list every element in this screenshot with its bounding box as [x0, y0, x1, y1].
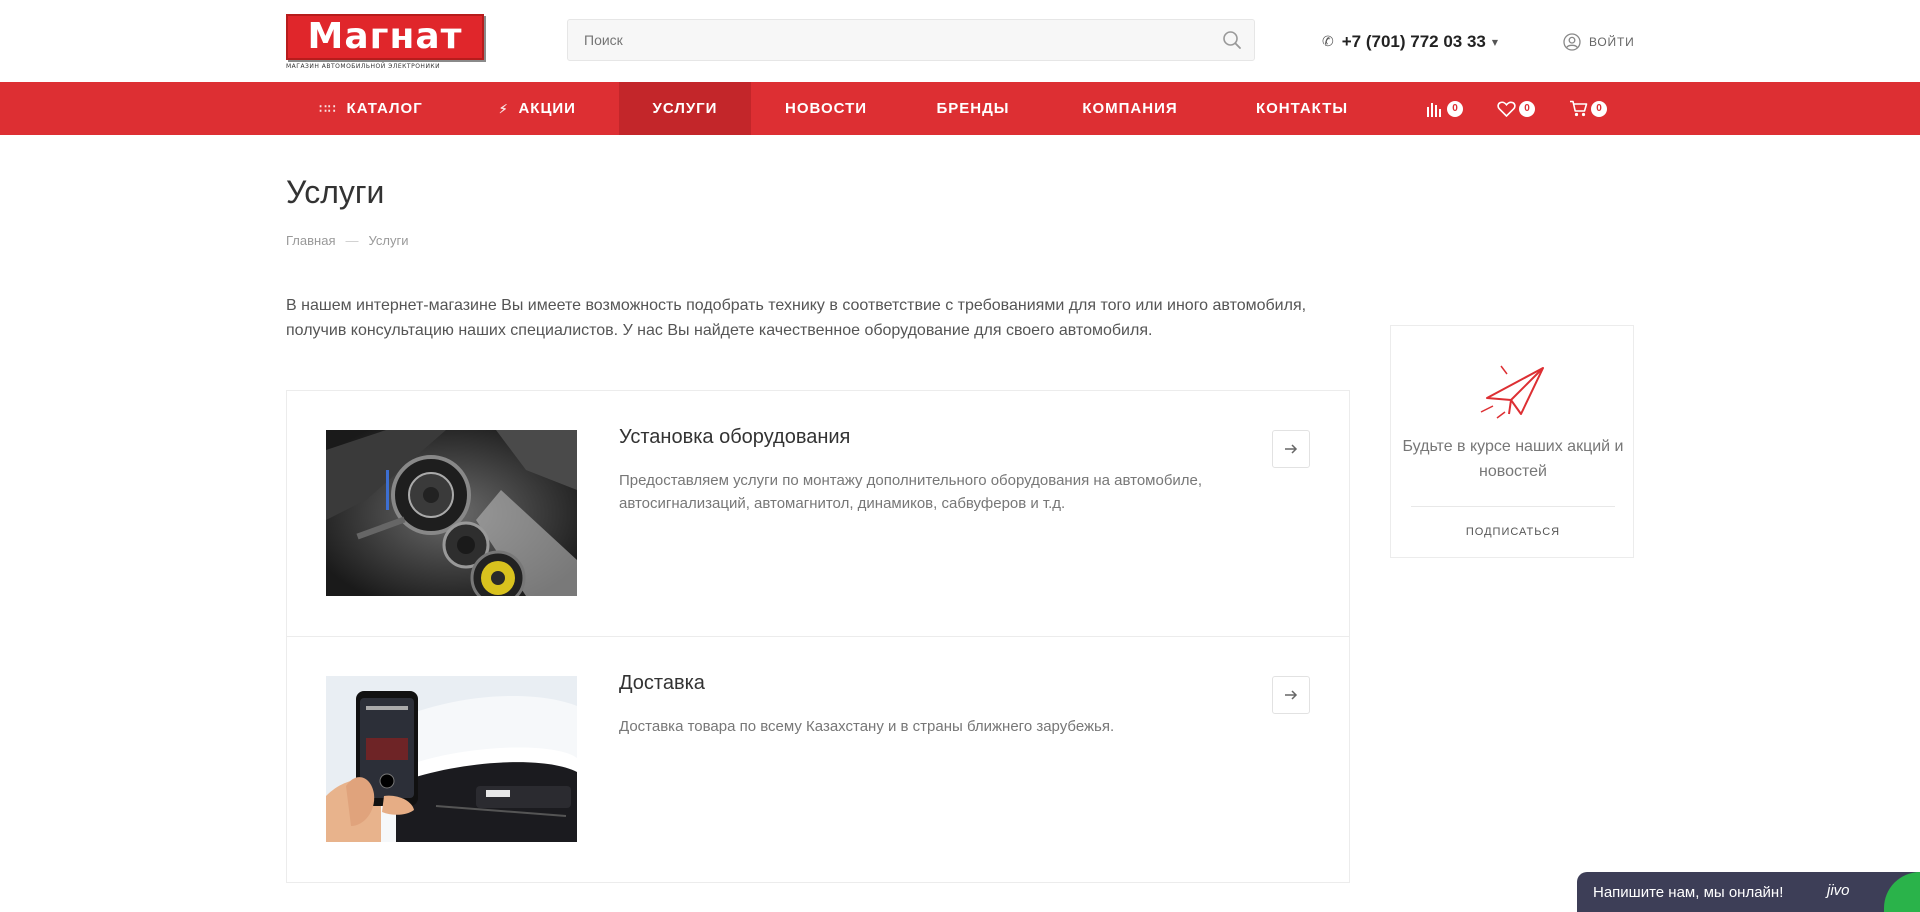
phone-number[interactable]: +7 (701) 772 03 33	[1342, 32, 1486, 52]
nav-label: КОНТАКТЫ	[1255, 100, 1349, 117]
cart-button[interactable]: 0	[1569, 82, 1607, 135]
compare-icon	[1427, 102, 1441, 117]
nav-item-promotions[interactable]: ⚡︎ АКЦИИ	[456, 82, 619, 135]
main-nav: ∷∷ КАТАЛОГ ⚡︎ АКЦИИ УСЛУГИ НОВОСТИ БРЕНД…	[0, 82, 1920, 135]
compare-button[interactable]: 0	[1426, 82, 1463, 135]
subscribe-button[interactable]: ПОДПИСАТЬСЯ	[1391, 526, 1635, 538]
nav-label: БРЕНДЫ	[936, 100, 1010, 117]
service-title[interactable]: Доставка	[619, 672, 705, 695]
nav-item-contacts[interactable]: КОНТАКТЫ	[1215, 82, 1389, 135]
online-indicator	[1884, 872, 1920, 912]
search-icon[interactable]	[1222, 30, 1242, 50]
nav-item-news[interactable]: НОВОСТИ	[751, 82, 901, 135]
logo-text: Магнат	[307, 16, 463, 57]
service-item: Доставка Доставка товара по всему Казахс…	[287, 637, 1349, 882]
service-title[interactable]: Установка оборудования	[619, 426, 850, 449]
cart-count: 0	[1591, 100, 1607, 117]
chevron-down-icon[interactable]: ▼	[1492, 38, 1498, 47]
grid-icon: ∷∷	[319, 101, 337, 116]
chat-brand-logo: jivo	[1827, 882, 1850, 899]
nav-item-services[interactable]: УСЛУГИ	[619, 82, 751, 135]
search-box	[567, 19, 1255, 61]
intro-text: В нашем интернет-магазине Вы имеете возм…	[286, 297, 1307, 339]
nav-label: УСЛУГИ	[652, 100, 718, 117]
divider	[1411, 506, 1615, 507]
favorites-count: 0	[1519, 100, 1535, 117]
cart-icon	[1570, 100, 1588, 117]
arrow-right-icon	[1285, 690, 1298, 700]
subscribe-widget: Будьте в курсе наших акций и новостей ПО…	[1390, 325, 1634, 558]
search-input[interactable]	[568, 20, 1208, 60]
logo-subtitle: МАГАЗИН АВТОМОБИЛЬНОЙ ЭЛЕКТРОНИКИ	[286, 63, 441, 70]
service-image-installation[interactable]	[326, 430, 577, 596]
phone-icon: ✆	[1322, 34, 1334, 50]
favorites-button[interactable]: 0	[1497, 82, 1535, 135]
breadcrumb-home[interactable]: Главная	[286, 233, 335, 248]
site-logo[interactable]: Магнат МАГАЗИН АВТОМОБИЛЬНОЙ ЭЛЕКТРОНИКИ	[286, 14, 486, 72]
service-item: Установка оборудования Предоставляем усл…	[287, 391, 1349, 637]
header-top: Магнат МАГАЗИН АВТОМОБИЛЬНОЙ ЭЛЕКТРОНИКИ…	[0, 0, 1920, 82]
nav-label: КОМПАНИЯ	[1082, 100, 1178, 117]
breadcrumb: Главная — Услуги	[286, 233, 408, 248]
chat-label[interactable]: Напишите нам, мы онлайн!	[1593, 884, 1783, 901]
subscribe-text: Будьте в курсе наших акций и новостей	[1402, 438, 1624, 480]
nav-item-company[interactable]: КОМПАНИЯ	[1045, 82, 1215, 135]
nav-item-brands[interactable]: БРЕНДЫ	[901, 82, 1045, 135]
lightning-icon: ⚡︎	[499, 101, 509, 116]
page-title: Услуги	[286, 174, 385, 210]
compare-count: 0	[1447, 100, 1463, 117]
service-description: Доставка товара по всему Казахстану и в …	[619, 718, 1115, 735]
nav-item-catalog[interactable]: ∷∷ КАТАЛОГ	[286, 82, 456, 135]
service-arrow-button[interactable]	[1272, 430, 1310, 468]
breadcrumb-separator: —	[345, 233, 359, 248]
phone-block[interactable]: ✆ +7 (701) 772 03 33 ▼	[1322, 30, 1498, 54]
login-link[interactable]: ВОЙТИ	[1563, 30, 1635, 54]
nav-label: НОВОСТИ	[784, 100, 868, 117]
breadcrumb-current: Услуги	[368, 233, 409, 248]
service-arrow-button[interactable]	[1272, 676, 1310, 714]
service-image-delivery[interactable]	[326, 676, 577, 842]
services-list: Установка оборудования Предоставляем усл…	[286, 390, 1350, 883]
service-description: Предоставляем услуги по монтажу дополнит…	[619, 472, 1203, 512]
heart-icon	[1497, 101, 1516, 117]
arrow-right-icon	[1285, 444, 1298, 454]
paper-plane-icon	[1480, 365, 1544, 419]
login-label[interactable]: ВОЙТИ	[1589, 35, 1635, 49]
user-icon	[1563, 33, 1581, 51]
nav-label: АКЦИИ	[518, 100, 576, 117]
nav-label: КАТАЛОГ	[346, 100, 423, 117]
chat-widget[interactable]: Напишите нам, мы онлайн! jivo	[1577, 872, 1920, 912]
